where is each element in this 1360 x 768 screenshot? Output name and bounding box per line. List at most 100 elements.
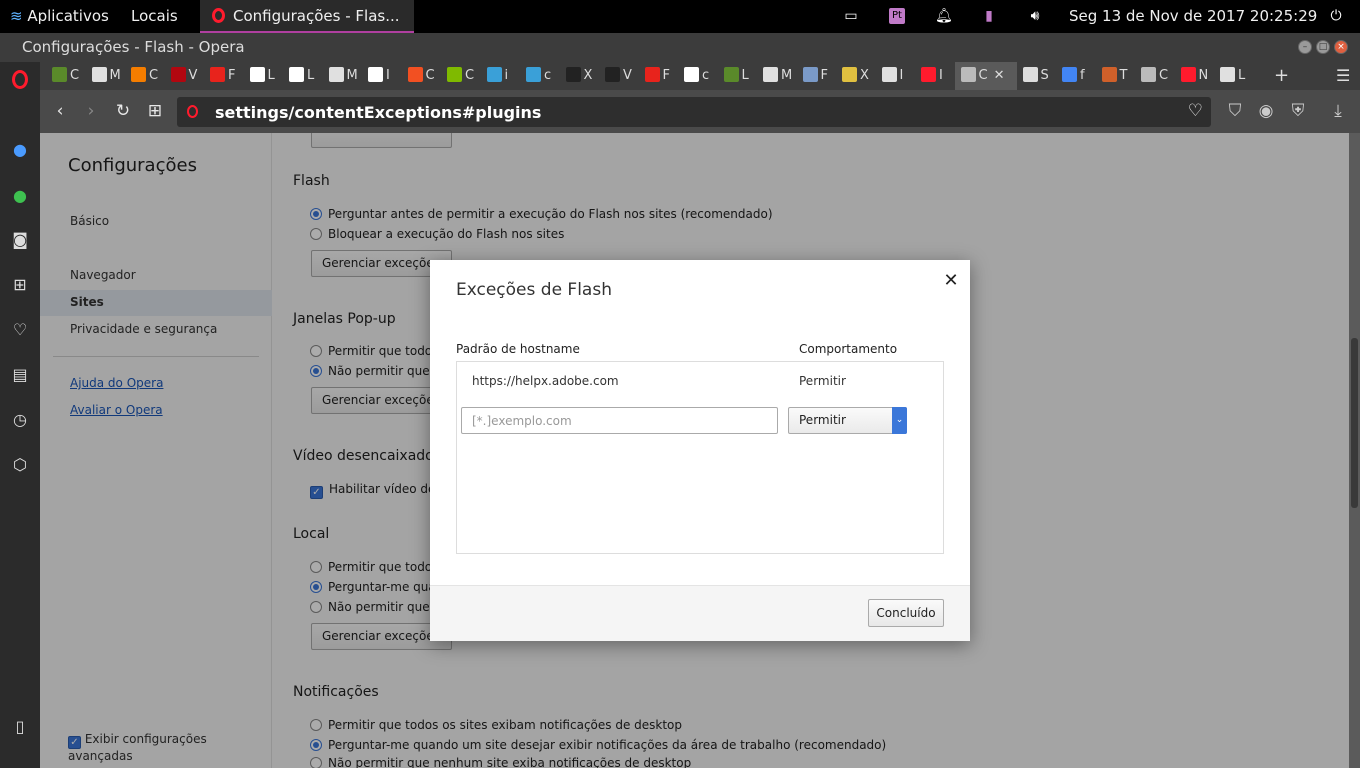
tab-label: f: [1080, 68, 1085, 83]
browser-tab[interactable]: C: [402, 62, 442, 90]
reload-button[interactable]: ↻: [112, 100, 134, 122]
done-button[interactable]: Concluído: [868, 599, 944, 627]
browser-tab[interactable]: f: [1056, 62, 1096, 90]
browser-tab[interactable]: T: [1096, 62, 1136, 90]
browser-tab[interactable]: M: [323, 62, 363, 90]
browser-tab[interactable]: L: [1214, 62, 1254, 90]
browser-tab[interactable]: N: [1175, 62, 1215, 90]
tab-label: X: [860, 68, 869, 83]
privacy-hand-icon[interactable]: ◉: [1255, 100, 1277, 122]
browser-tab[interactable]: F: [639, 62, 679, 90]
sidebar-toggle-icon[interactable]: ▯: [9, 716, 31, 738]
tab-favicon-icon: [1062, 67, 1077, 82]
tab-close-icon[interactable]: ✕: [994, 68, 1005, 83]
power-icon[interactable]: ⏻: [1328, 8, 1344, 24]
tab-favicon-icon: [170, 67, 186, 82]
tab-favicon-icon: [328, 67, 344, 82]
minimize-button[interactable]: –: [1298, 40, 1312, 54]
back-button[interactable]: ‹: [49, 100, 71, 122]
hostname-column-header: Padrão de hostname: [456, 342, 580, 356]
dialog-footer: Concluído: [430, 585, 970, 641]
tab-label: C: [70, 68, 80, 83]
tab-menu-icon[interactable]: ☰: [1330, 62, 1350, 90]
tab-favicon-icon: [447, 67, 462, 82]
screen-icon[interactable]: ▭: [843, 8, 859, 24]
active-window-button[interactable]: Configurações - Flas...: [200, 0, 414, 33]
browser-tab[interactable]: C: [1135, 62, 1175, 90]
browser-tab[interactable]: F: [797, 62, 837, 90]
navigation-bar: ‹ › ↻ ⊞ settings/contentExceptions#plugi…: [40, 90, 1360, 133]
browser-tab[interactable]: C: [46, 62, 86, 90]
download-icon[interactable]: ⤓: [1327, 100, 1349, 122]
maximize-button[interactable]: □: [1316, 40, 1330, 54]
tab-label: c: [702, 68, 710, 83]
tab-favicon-icon: [960, 67, 976, 82]
camera-icon[interactable]: ◙: [9, 229, 31, 251]
browser-tab[interactable]: I: [876, 62, 916, 90]
tab-favicon-icon: [52, 67, 67, 82]
browser-tab[interactable]: S: [1017, 62, 1057, 90]
tab-label: N: [1198, 68, 1209, 83]
browser-tab[interactable]: L: [283, 62, 323, 90]
bookmark-heart-icon[interactable]: ♡: [1188, 101, 1203, 121]
opera-menu-button[interactable]: [9, 70, 31, 92]
pt-icon[interactable]: Pt: [889, 8, 905, 24]
browser-tab[interactable]: c: [678, 62, 718, 90]
site-opera-icon: [187, 105, 198, 118]
tabs-grid-button[interactable]: ⊞: [144, 100, 166, 122]
browser-tab[interactable]: L: [718, 62, 758, 90]
shield-icon[interactable]: ⛨: [1287, 100, 1309, 122]
browser-tab[interactable]: c: [520, 62, 560, 90]
browser-tab[interactable]: C: [125, 62, 165, 90]
tab-label: F: [820, 68, 828, 83]
url-text[interactable]: settings/contentExceptions#plugins: [215, 103, 541, 122]
places-menu[interactable]: Locais: [131, 0, 178, 33]
browser-tab[interactable]: i: [481, 62, 521, 90]
tab-label: M: [109, 68, 121, 83]
close-window-button[interactable]: ×: [1334, 40, 1348, 54]
messenger-icon[interactable]: ●: [9, 139, 31, 161]
bookmarks-heart-icon[interactable]: ♡: [9, 319, 31, 341]
browser-tab[interactable]: I: [915, 62, 955, 90]
browser-tab[interactable]: C: [441, 62, 481, 90]
exception-behavior[interactable]: Permitir: [799, 374, 846, 388]
tab-favicon-icon: [1220, 67, 1235, 82]
browser-tab[interactable]: F: [204, 62, 244, 90]
applications-menu[interactable]: ≋ Aplicativos: [10, 0, 109, 33]
behavior-select[interactable]: Permitir ⌄: [788, 407, 907, 434]
address-bar[interactable]: settings/contentExceptions#plugins ♡: [177, 97, 1211, 127]
speed-dial-icon[interactable]: ⊞: [9, 274, 31, 296]
tab-label: L: [1238, 68, 1246, 83]
dialog-title: Exceções de Flash: [456, 280, 612, 300]
window-title: Configurações - Flash - Opera: [22, 38, 245, 56]
history-clock-icon[interactable]: ◷: [9, 409, 31, 431]
tab-favicon-icon: [1180, 67, 1196, 82]
browser-tab[interactable]: C ✕: [954, 62, 1017, 90]
tab-label: L: [741, 68, 749, 83]
applications-label: Aplicativos: [27, 7, 109, 25]
forward-button[interactable]: ›: [80, 100, 102, 122]
extensions-cube-icon[interactable]: ⬡: [9, 454, 31, 476]
whatsapp-icon[interactable]: ●: [9, 185, 31, 207]
browser-tab[interactable]: V: [165, 62, 205, 90]
browser-tab[interactable]: M: [86, 62, 126, 90]
volume-icon[interactable]: 🔊︎: [1027, 8, 1043, 24]
new-tab-button[interactable]: +: [1268, 62, 1289, 90]
browser-tab[interactable]: I: [362, 62, 402, 90]
hostname-pattern-input[interactable]: [461, 407, 778, 434]
battery-icon[interactable]: ▮: [981, 8, 997, 24]
notification-bell-icon[interactable]: 🔔︎: [935, 8, 953, 24]
close-icon[interactable]: ✕: [940, 270, 962, 292]
news-icon[interactable]: ▤: [9, 364, 31, 386]
browser-tab[interactable]: V: [599, 62, 639, 90]
browser-tab[interactable]: X: [836, 62, 876, 90]
exception-host[interactable]: https://helpx.adobe.com: [472, 374, 619, 388]
browser-tab[interactable]: M: [757, 62, 797, 90]
tab-favicon-icon: [763, 67, 778, 82]
tab-label: F: [228, 68, 236, 83]
ublock-icon[interactable]: ⛉: [1224, 100, 1246, 122]
browser-tab[interactable]: L: [244, 62, 284, 90]
clock[interactable]: Seg 13 de Nov de 2017 20:25:29: [1069, 0, 1317, 33]
browser-tab[interactable]: X: [560, 62, 600, 90]
window-title-bar: Configurações - Flash - Opera – □ ×: [0, 33, 1360, 62]
